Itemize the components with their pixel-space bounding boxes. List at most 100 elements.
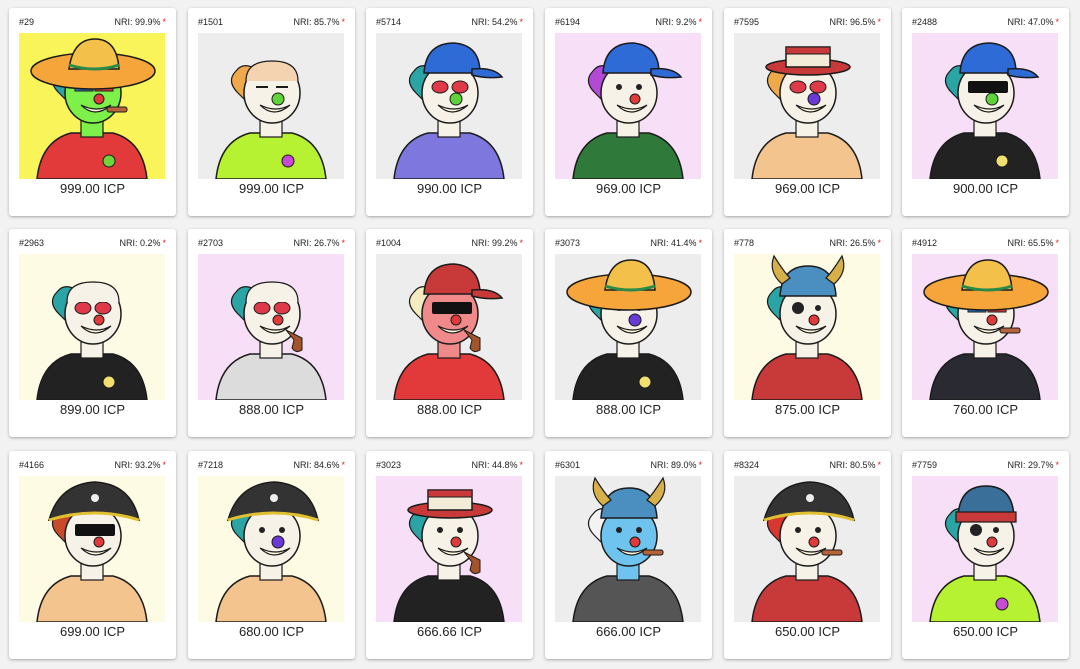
card-header: #4166 NRI: 93.2% * [19,458,166,472]
asterisk-icon: * [1055,238,1059,248]
asterisk-icon: * [877,238,881,248]
listing-card[interactable]: #6194 NRI: 9.2% * 969.00 ICP [545,8,712,216]
listing-grid: #29 NRI: 99.9% * 999.00 ICP #1501 NRI: 85.7% *… [0,0,1080,669]
token-id: #7218 [198,460,224,470]
nri-value: NRI: 80.5% [829,460,876,470]
nri-score: NRI: 0.2% * [119,238,166,248]
card-header: #6301 NRI: 89.0% * [555,458,702,472]
price-label: 969.00 ICP [774,181,841,196]
asterisk-icon: * [341,460,345,470]
listing-card[interactable]: #7595 NRI: 96.5% * 969.00 ICP [724,8,891,216]
asterisk-icon: * [519,460,523,470]
nft-artwork [912,254,1058,400]
listing-card[interactable]: #2703 NRI: 26.7% * 888.00 ICP [188,229,355,437]
nft-image[interactable] [912,33,1058,179]
price-label: 900.00 ICP [952,181,1019,196]
nri-value: NRI: 44.8% [471,460,518,470]
price-label: 899.00 ICP [59,402,126,417]
listing-card[interactable]: #4166 NRI: 93.2% * 699.00 ICP [9,451,176,659]
token-id: #1501 [198,17,224,27]
listing-card[interactable]: #2963 NRI: 0.2% * 899.00 ICP [9,229,176,437]
listing-card[interactable]: #4912 NRI: 65.5% * 760.00 ICP [902,229,1069,437]
asterisk-icon: * [162,460,166,470]
asterisk-icon: * [698,460,702,470]
listing-card[interactable]: #1501 NRI: 85.7% * 999.00 ICP [188,8,355,216]
nri-value: NRI: 29.7% [1007,460,1054,470]
listing-card[interactable]: #7759 NRI: 29.7% * 650.00 ICP [902,451,1069,659]
card-header: #8324 NRI: 80.5% * [734,458,881,472]
listing-card[interactable]: #5714 NRI: 54.2% * 990.00 ICP [366,8,533,216]
nri-score: NRI: 85.7% * [293,17,345,27]
nft-image[interactable] [376,33,522,179]
nri-value: NRI: 84.6% [293,460,340,470]
nft-image[interactable] [555,254,701,400]
token-id: #7759 [912,460,938,470]
listing-card[interactable]: #1004 NRI: 99.2% * 888.00 ICP [366,229,533,437]
token-id: #3073 [555,238,581,248]
nri-value: NRI: 47.0% [1007,17,1054,27]
asterisk-icon: * [698,238,702,248]
token-id: #3023 [376,460,402,470]
nft-artwork [376,33,522,179]
nft-image[interactable] [198,254,344,400]
listing-card[interactable]: #8324 NRI: 80.5% * 650.00 ICP [724,451,891,659]
nft-image[interactable] [198,33,344,179]
price-label: 990.00 ICP [416,181,483,196]
nft-artwork [555,476,701,622]
token-id: #6194 [555,17,581,27]
nft-image[interactable] [376,254,522,400]
nri-value: NRI: 26.7% [293,238,340,248]
listing-card[interactable]: #29 NRI: 99.9% * 999.00 ICP [9,8,176,216]
asterisk-icon: * [162,238,166,248]
nft-artwork [198,254,344,400]
price-label: 760.00 ICP [952,402,1019,417]
nft-artwork [734,33,880,179]
listing-card[interactable]: #3073 NRI: 41.4% * 888.00 ICP [545,229,712,437]
card-header: #1501 NRI: 85.7% * [198,15,345,29]
nft-image[interactable] [19,476,165,622]
price-label: 888.00 ICP [595,402,662,417]
nft-artwork [912,476,1058,622]
nft-artwork [555,33,701,179]
price-label: 666.00 ICP [595,624,662,639]
nri-value: NRI: 93.2% [114,460,161,470]
nft-image[interactable] [198,476,344,622]
nft-image[interactable] [734,33,880,179]
listing-card[interactable]: #778 NRI: 26.5% * 875.00 ICP [724,229,891,437]
asterisk-icon: * [1055,17,1059,27]
nri-score: NRI: 26.5% * [829,238,881,248]
card-header: #2703 NRI: 26.7% * [198,236,345,250]
asterisk-icon: * [877,17,881,27]
nft-image[interactable] [734,254,880,400]
token-id: #1004 [376,238,402,248]
nft-image[interactable] [376,476,522,622]
token-id: #778 [734,238,755,248]
listing-card[interactable]: #6301 NRI: 89.0% * 666.00 ICP [545,451,712,659]
nri-score: NRI: 26.7% * [293,238,345,248]
listing-card[interactable]: #2488 NRI: 47.0% * 900.00 ICP [902,8,1069,216]
asterisk-icon: * [1055,460,1059,470]
nft-image[interactable] [19,254,165,400]
nft-image[interactable] [555,476,701,622]
nft-artwork [198,33,344,179]
nft-artwork [555,254,701,400]
nft-image[interactable] [19,33,165,179]
nri-value: NRI: 99.9% [114,17,161,27]
token-id: #4166 [19,460,45,470]
price-label: 999.00 ICP [238,181,305,196]
listing-card[interactable]: #3023 NRI: 44.8% * 666.66 ICP [366,451,533,659]
price-label: 650.00 ICP [774,624,841,639]
nft-image[interactable] [734,476,880,622]
price-label: 699.00 ICP [59,624,126,639]
nft-image[interactable] [912,476,1058,622]
listing-card[interactable]: #7218 NRI: 84.6% * 680.00 ICP [188,451,355,659]
nri-value: NRI: 85.7% [293,17,340,27]
card-header: #7759 NRI: 29.7% * [912,458,1059,472]
asterisk-icon: * [519,17,523,27]
nri-score: NRI: 29.7% * [1007,460,1059,470]
token-id: #29 [19,17,35,27]
nri-value: NRI: 0.2% [119,238,161,248]
nri-score: NRI: 47.0% * [1007,17,1059,27]
nft-image[interactable] [912,254,1058,400]
nft-image[interactable] [555,33,701,179]
